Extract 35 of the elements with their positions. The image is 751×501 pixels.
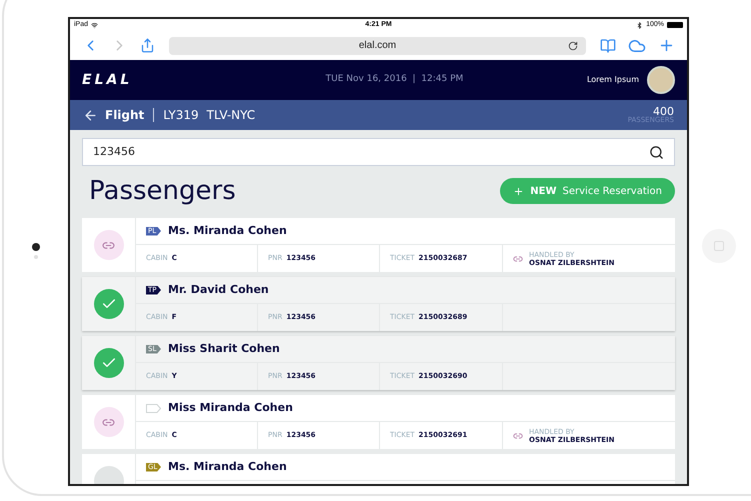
link-icon[interactable] (94, 230, 124, 260)
add-tab-icon[interactable] (658, 37, 675, 54)
camera-icon (32, 243, 40, 251)
passenger-name: Ms. Miranda Cohen (168, 222, 287, 239)
passenger-name: Miss Sharit Cohen (168, 340, 280, 357)
bluetooth-icon (636, 22, 644, 28)
tag-icon (146, 404, 161, 412)
share-icon[interactable] (140, 38, 155, 53)
check-icon[interactable] (94, 348, 124, 378)
link-icon (513, 430, 523, 440)
passenger-name: Mr. David Cohen (168, 282, 269, 298)
flight-number: LY319 (163, 107, 199, 124)
check-icon[interactable] (94, 289, 124, 319)
flight-title: Flight (105, 107, 144, 124)
passenger-name: Miss Miranda Cohen (168, 400, 293, 416)
book-icon[interactable] (600, 38, 616, 54)
user-name: Lorem Ipsum (586, 74, 639, 86)
route: TLV-NYC (206, 107, 256, 124)
passenger-name: Ms. Miranda Cohen (168, 458, 287, 475)
search-field[interactable]: 123456 (82, 138, 675, 166)
plus-icon (513, 186, 524, 196)
link-icon[interactable] (94, 407, 124, 437)
battery-icon (667, 22, 683, 28)
address-bar[interactable]: elal.com (169, 36, 586, 54)
avatar[interactable] (647, 66, 675, 94)
date-time: TUE Nov 16, 2016 | 12:45 PM (324, 73, 464, 86)
reload-icon[interactable] (568, 40, 578, 50)
wifi-icon (91, 22, 98, 28)
link-icon (513, 254, 523, 264)
search-input[interactable]: 123456 (93, 144, 649, 160)
url-text: elal.com (358, 39, 396, 53)
passenger-count: 400 (653, 106, 674, 117)
search-icon[interactable] (649, 144, 664, 160)
logo: ELAL (82, 70, 134, 90)
page-title: Passengers (88, 174, 237, 208)
